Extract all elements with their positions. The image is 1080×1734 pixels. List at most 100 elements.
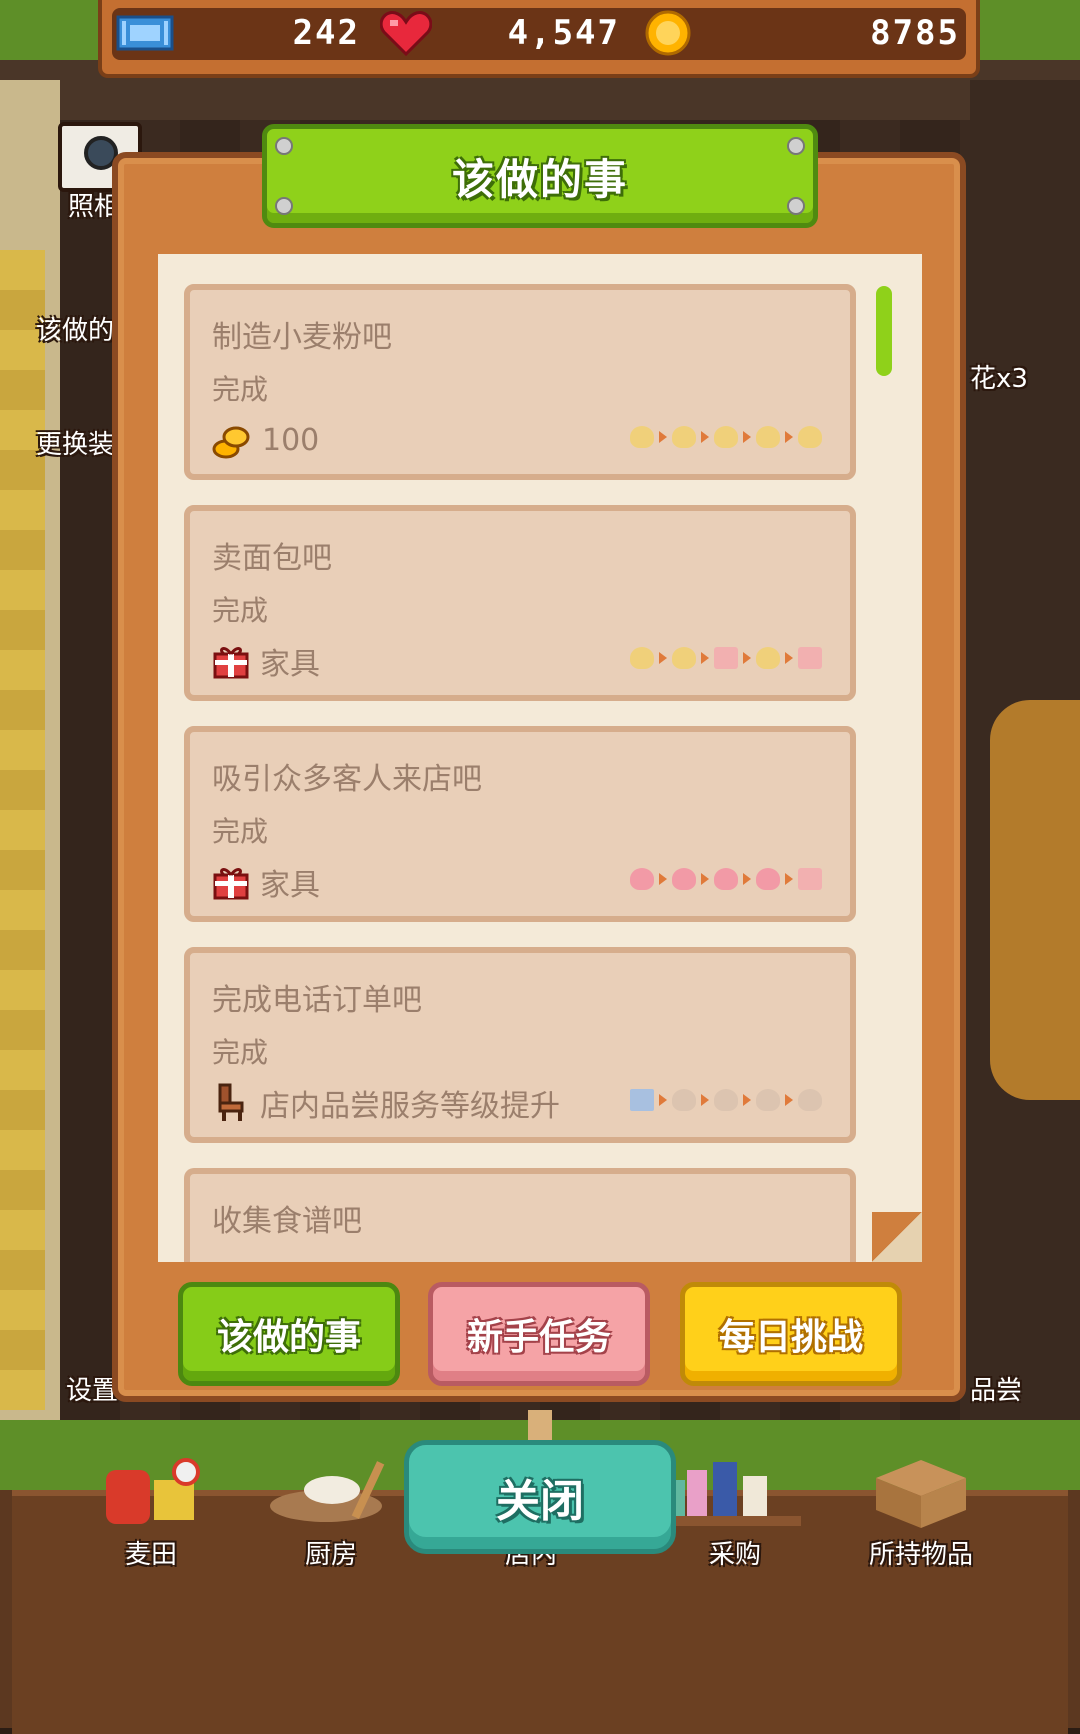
chain-arrow [701, 652, 709, 664]
ticket-count: 242 [292, 13, 360, 53]
task-card[interactable]: 制造小麦粉吧 完成 100 [184, 284, 856, 480]
chair-icon [218, 1083, 244, 1121]
heart-icon [714, 868, 738, 890]
chair-icon [714, 1089, 738, 1111]
task-name: 卖面包吧 [212, 541, 332, 576]
tab-beginner-label: 新手任务 [466, 1317, 611, 1358]
task-card[interactable]: 完成电话订单吧 完成 店内品尝服务等级提升 [184, 947, 856, 1143]
task-name: 收集食谱吧 [212, 1204, 362, 1239]
task-reward: 家具 [212, 862, 320, 903]
todo-side-label[interactable]: 该做的 [36, 310, 114, 347]
gift-icon [213, 868, 249, 900]
ticket-count-wrap: 242 [280, 10, 360, 56]
chain-arrow [785, 873, 793, 885]
chain-arrow [659, 431, 667, 443]
chair-icon [672, 1089, 696, 1111]
gift-icon [714, 647, 738, 669]
task-status: 完成 [212, 373, 269, 406]
box-icon [876, 1460, 966, 1528]
bread-icon [756, 647, 780, 669]
task-reward-value: 100 [262, 422, 320, 458]
chain-arrow [659, 1094, 667, 1106]
task-reward: 100 [212, 420, 319, 460]
task-card[interactable]: 收集食谱吧 [184, 1168, 856, 1262]
task-card[interactable]: 卖面包吧 完成 家具 [184, 505, 856, 701]
chain-arrow [701, 431, 709, 443]
change-side-label[interactable]: 更换装 [36, 424, 114, 461]
chain-arrow [659, 652, 667, 664]
settings-side-label[interactable]: 设置 [66, 1370, 118, 1407]
dock-purchase[interactable]: 采购 [660, 1450, 810, 1571]
wheat-field-icon [106, 1458, 200, 1524]
bread-icon [672, 426, 696, 448]
task-status: 完成 [212, 594, 269, 627]
ticket-icon [116, 15, 174, 51]
task-reward: 家具 [212, 641, 320, 682]
bread-icon [672, 647, 696, 669]
coin-count-wrap: 8785 [800, 10, 960, 56]
coin-stack-icon [212, 426, 250, 459]
coin-count: 8785 [870, 13, 960, 53]
task-reward-value: 店内品尝服务等级提升 [260, 1089, 560, 1124]
tab-todo-label: 该做的事 [216, 1317, 361, 1358]
chain-arrow [785, 1094, 793, 1106]
dock-inventory-label: 所持物品 [868, 1540, 973, 1570]
bread-icon [630, 426, 654, 448]
heart-icon [672, 868, 696, 890]
rivet [275, 197, 293, 215]
chain-arrow [743, 652, 751, 664]
ticket-currency [116, 10, 174, 56]
chain-arrow [785, 652, 793, 664]
chain-arrow [701, 873, 709, 885]
task-name: 制造小麦粉吧 [212, 320, 392, 355]
coin-currency [644, 10, 692, 56]
task-progress-chain [630, 868, 822, 890]
task-list-scrollbar[interactable] [876, 286, 892, 376]
right-table-decor [990, 700, 1080, 1100]
gift-icon [798, 868, 822, 890]
dock-kitchen-label: 厨房 [304, 1540, 357, 1570]
chain-arrow [785, 431, 793, 443]
dock-wheat-field-label: 麦田 [124, 1540, 177, 1570]
task-progress-chain [630, 1089, 822, 1111]
dock-wheat-field[interactable]: 麦田 [76, 1450, 226, 1571]
dialog-title: 该做的事 [451, 154, 628, 204]
dock-purchase-label: 采购 [708, 1540, 761, 1570]
heart-count-wrap: 4,547 [450, 10, 620, 56]
shelf-icon [669, 1462, 801, 1526]
chain-arrow [743, 431, 751, 443]
tab-daily-challenge[interactable]: 每日挑战 [680, 1282, 902, 1386]
dialog-title-plate: 该做的事 [262, 124, 818, 228]
task-name: 吸引众多客人来店吧 [212, 762, 482, 797]
task-card[interactable]: 吸引众多客人来店吧 完成 家具 [184, 726, 856, 922]
coin-icon [645, 10, 691, 56]
ticket-icon [630, 1089, 654, 1111]
kitchen-icon [270, 1461, 385, 1522]
task-reward-value: 家具 [260, 868, 320, 903]
close-button[interactable]: 关闭 [404, 1440, 676, 1554]
chain-arrow [743, 873, 751, 885]
tab-todo[interactable]: 该做的事 [178, 1282, 400, 1386]
dock-kitchen[interactable]: 厨房 [256, 1450, 406, 1571]
chain-arrow [701, 1094, 709, 1106]
task-progress-chain [630, 647, 822, 669]
task-reward: 店内品尝服务等级提升 [212, 1083, 560, 1124]
gift-icon [798, 647, 822, 669]
task-progress-chain [630, 426, 822, 448]
dock-inventory[interactable]: 所持物品 [846, 1450, 996, 1571]
chain-arrow [743, 1094, 751, 1106]
task-status: 完成 [212, 815, 269, 848]
heart-count: 4,547 [507, 13, 620, 53]
chair-icon [756, 1089, 780, 1111]
heart-icon [380, 11, 432, 56]
gift-icon [213, 647, 249, 679]
tab-beginner-tasks[interactable]: 新手任务 [428, 1282, 650, 1386]
chain-arrow [659, 873, 667, 885]
close-connector [528, 1410, 552, 1440]
bread-icon [630, 647, 654, 669]
heart-icon [630, 868, 654, 890]
bread-icon [756, 426, 780, 448]
taste-side-label[interactable]: 品尝 [970, 1370, 1022, 1407]
rivet [787, 137, 805, 155]
rivet [787, 197, 805, 215]
